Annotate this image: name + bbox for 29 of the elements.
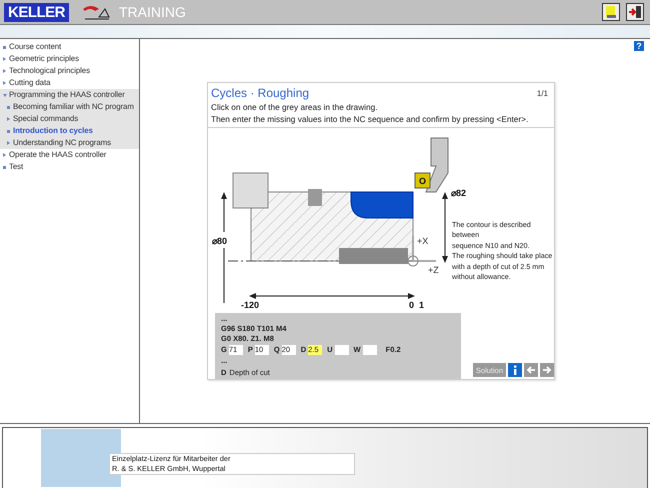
page-counter: 1/1: [536, 88, 548, 98]
lesson-title: Cycles · Roughing: [211, 86, 310, 100]
cutting-insert[interactable]: [414, 172, 430, 188]
pen-icon: [81, 3, 111, 21]
keller-logo: KELLER: [4, 2, 69, 22]
axis-label: +Z: [428, 265, 439, 275]
chuck-area[interactable]: [232, 172, 268, 208]
dimension-label: ⌀80: [212, 236, 228, 246]
tool-holder-drawing: [425, 138, 448, 192]
coordinate-axes-drawing: [408, 236, 436, 266]
instruction-text: Then enter the missing values into the NC sequence and confirm by pressing <Enter>.: [210, 114, 530, 124]
input-field[interactable]: [362, 345, 377, 355]
exit-icon[interactable]: [626, 3, 644, 21]
app-title: TRAINING: [119, 4, 186, 20]
dimension-label: 1: [419, 300, 424, 310]
roughing-contour: [350, 192, 414, 218]
dimension-label: 0: [409, 300, 414, 310]
back-arrow-icon[interactable]: [524, 363, 538, 377]
dimension-arrow: [442, 192, 448, 263]
instruction-text: Click on one of the grey areas in the drawing.: [210, 102, 378, 112]
forward-arrow-icon[interactable]: [540, 363, 554, 377]
axis-label: +X: [417, 236, 428, 246]
dimension-label: -120: [241, 300, 260, 310]
notepad-icon[interactable]: [602, 3, 620, 21]
help-button[interactable]: ?: [634, 41, 644, 51]
insert-label: O: [419, 176, 426, 186]
dimension-label: ⌀82: [451, 188, 466, 198]
info-icon[interactable]: [508, 363, 522, 377]
input-field[interactable]: [334, 345, 349, 355]
